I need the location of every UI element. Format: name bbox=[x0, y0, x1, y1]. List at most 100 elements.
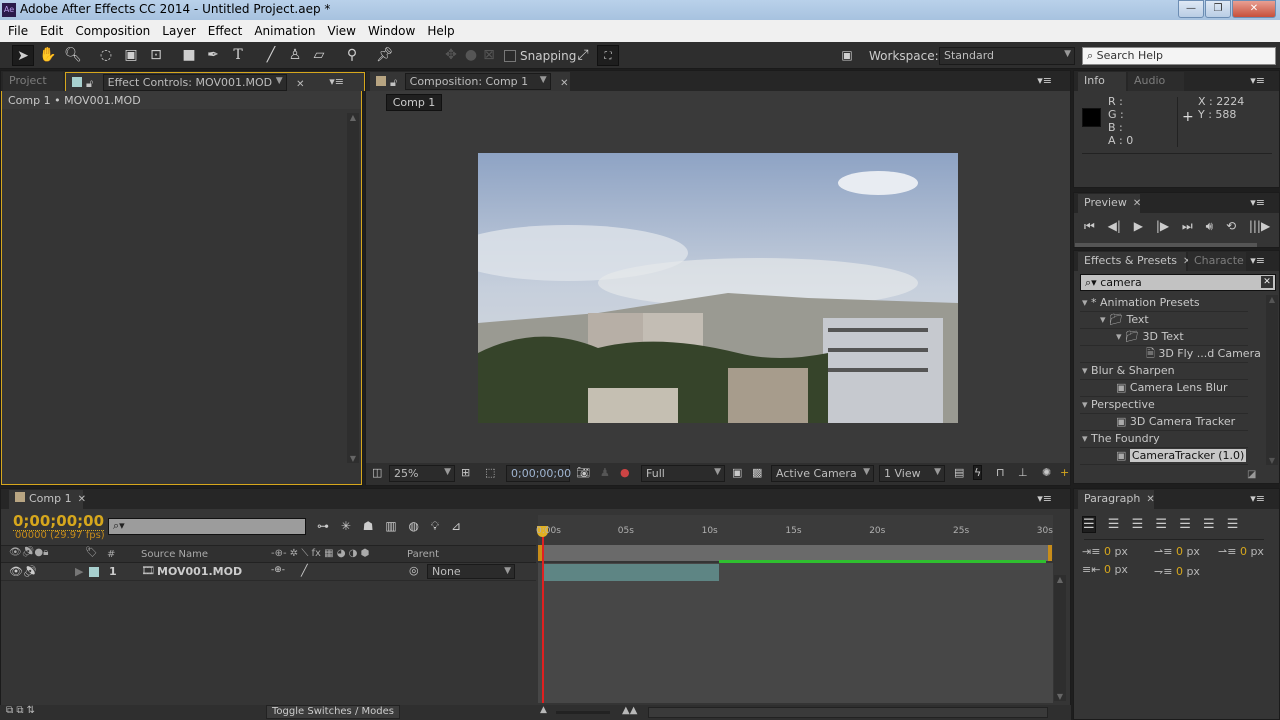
current-time-display[interactable]: 0;00;00;00 bbox=[13, 512, 105, 531]
effect-controls-dropdown[interactable]: Effect Controls: MOV001.MOD ▼ bbox=[102, 74, 287, 91]
mute-audio-icon[interactable]: 🔊︎ bbox=[1206, 219, 1214, 233]
menu-help[interactable]: Help bbox=[423, 24, 462, 38]
shy-layers-icon[interactable]: ☗ bbox=[363, 519, 374, 533]
composition-dropdown[interactable]: Composition: Comp 1 ▼ bbox=[404, 73, 551, 90]
snap-features-icon[interactable]: ⛶ bbox=[597, 45, 619, 66]
snap-extend-icon[interactable]: ⤢ bbox=[572, 45, 594, 66]
shy-switch-icon[interactable]: -⊕- bbox=[271, 565, 285, 575]
close-icon[interactable]: ✕ bbox=[296, 79, 304, 90]
menu-edit[interactable]: Edit bbox=[36, 24, 71, 38]
channels-icon[interactable]: ● bbox=[620, 466, 630, 479]
snapping-checkbox[interactable] bbox=[504, 50, 516, 62]
mask-visibility-icon[interactable]: ⬚ bbox=[485, 466, 495, 479]
menu-effect[interactable]: Effect bbox=[204, 24, 251, 38]
expand-triangle-icon[interactable]: ▶ bbox=[75, 565, 83, 578]
close-icon[interactable]: ✕ bbox=[560, 78, 568, 89]
list-item[interactable]: ▾ 📁︎ 3D Text bbox=[1080, 329, 1248, 346]
selection-tool-icon[interactable]: ➤ bbox=[12, 45, 34, 66]
video-visibility-icon[interactable]: 👁︎🔊︎ bbox=[9, 565, 37, 578]
justify-center-icon[interactable]: ☰ bbox=[1179, 517, 1191, 532]
align-left-icon[interactable]: ☰ bbox=[1082, 516, 1096, 533]
fast-previews-icon[interactable]: ϟ bbox=[973, 465, 983, 480]
pixel-aspect-icon[interactable]: ▤ bbox=[954, 466, 964, 479]
list-item[interactable]: ▾ 📁︎ Text bbox=[1080, 312, 1248, 329]
playhead[interactable] bbox=[542, 527, 544, 703]
graph-editor-icon[interactable]: ⊿ bbox=[451, 519, 461, 533]
resolution-dropdown[interactable]: Full ▼ bbox=[641, 465, 725, 482]
zoom-tool-icon[interactable]: 🔍︎ bbox=[62, 45, 84, 66]
list-item[interactable]: ▾ Perspective bbox=[1080, 397, 1248, 414]
puppet-pin-tool-icon[interactable]: 📌︎ bbox=[374, 45, 396, 66]
tab-effects-presets[interactable]: Effects & Presets✕ bbox=[1078, 252, 1191, 271]
quality-switch-icon[interactable]: ╱ bbox=[301, 564, 308, 577]
minimize-button[interactable]: — bbox=[1178, 0, 1204, 18]
menu-animation[interactable]: Animation bbox=[250, 24, 323, 38]
region-of-interest-icon[interactable]: ▣ bbox=[732, 466, 742, 479]
view-layout-dropdown[interactable]: 1 View ▼ bbox=[879, 465, 945, 482]
clear-search-icon[interactable]: ✕ bbox=[1261, 276, 1273, 288]
previous-frame-icon[interactable]: ◀| bbox=[1108, 219, 1121, 233]
panel-menu-icon[interactable]: ▾≡ bbox=[1250, 196, 1265, 209]
first-line-indent-value[interactable]: 0 bbox=[1240, 545, 1247, 558]
comp-mini-flowchart-icon[interactable]: ⊶ bbox=[317, 519, 329, 533]
tab-timeline-comp[interactable]: Comp 1 ✕ bbox=[9, 490, 86, 509]
menu-layer[interactable]: Layer bbox=[158, 24, 203, 38]
list-item[interactable]: ▾ The Foundry bbox=[1080, 431, 1248, 448]
preview-scrollbar[interactable] bbox=[1075, 243, 1257, 247]
panel-menu-icon[interactable]: ▾≡ bbox=[1250, 254, 1265, 267]
effects-search-field[interactable]: ⌕▾ camera ✕ bbox=[1080, 274, 1276, 291]
next-frame-icon[interactable]: |▶ bbox=[1156, 219, 1169, 233]
workspace-dropdown[interactable]: Standard ▼ bbox=[939, 47, 1075, 65]
roto-brush-tool-icon[interactable]: ⚲ bbox=[341, 45, 363, 66]
draft-3d-icon[interactable]: ✳ bbox=[341, 519, 351, 533]
panel-menu-icon[interactable]: ▾≡ bbox=[1250, 492, 1265, 505]
tab-preview[interactable]: Preview ✕ bbox=[1078, 194, 1141, 213]
camera-view-dropdown[interactable]: Active Camera ▼ bbox=[771, 465, 874, 482]
panel-menu-icon[interactable]: ▾≡ bbox=[1250, 74, 1265, 87]
tab-project[interactable]: Project bbox=[3, 72, 63, 91]
justify-all-icon[interactable]: ☰ bbox=[1227, 517, 1239, 532]
toggle-switches-modes-button[interactable]: Toggle Switches / Modes bbox=[266, 705, 400, 719]
scrollbar[interactable]: ▲ ▼ bbox=[1266, 295, 1278, 465]
menu-view[interactable]: View bbox=[324, 24, 364, 38]
current-time-field[interactable]: 0;00;00;00 bbox=[506, 465, 571, 482]
space-after-value[interactable]: 0 bbox=[1176, 565, 1183, 578]
align-center-icon[interactable]: ☰ bbox=[1108, 517, 1120, 532]
list-item[interactable]: ▾ * Animation Presets bbox=[1080, 295, 1248, 312]
motion-blur-icon[interactable]: ◍ bbox=[408, 519, 418, 533]
tab-composition[interactable]: 🔓︎ Composition: Comp 1 ▼ ✕ bbox=[370, 72, 570, 91]
panel-menu-icon[interactable]: ▾≡ bbox=[1037, 492, 1052, 505]
comp-nav-button[interactable]: Comp 1 bbox=[386, 94, 442, 111]
tab-info[interactable]: Info bbox=[1078, 72, 1126, 91]
play-icon[interactable]: ▶ bbox=[1134, 219, 1143, 233]
footer-icons[interactable]: ⧉ ⧉ ⇅ bbox=[6, 705, 35, 716]
title-action-safe-icon[interactable]: ⊞ bbox=[461, 466, 470, 479]
maximize-button[interactable]: ❐ bbox=[1205, 0, 1231, 18]
eraser-tool-icon[interactable]: ▱ bbox=[308, 45, 330, 66]
new-preset-icon[interactable]: ◪ bbox=[1247, 469, 1256, 480]
menu-window[interactable]: Window bbox=[364, 24, 423, 38]
list-item[interactable]: ▣ CameraTracker (1.0) bbox=[1080, 448, 1248, 465]
pan-behind-tool-icon[interactable]: ⊡ bbox=[145, 45, 167, 66]
rotation-tool-icon[interactable]: ◌ bbox=[95, 45, 117, 66]
ram-preview-icon[interactable]: |||▶ bbox=[1249, 219, 1270, 233]
lock-icon[interactable]: 🔓︎ bbox=[390, 76, 397, 89]
justify-right-icon[interactable]: ☰ bbox=[1203, 517, 1215, 532]
magnification-dropdown[interactable]: 25% ▼ bbox=[389, 465, 455, 482]
panel-menu-icon[interactable]: ▾≡ bbox=[1037, 74, 1052, 87]
first-frame-icon[interactable]: ⏮ bbox=[1084, 219, 1095, 233]
justify-left-icon[interactable]: ☰ bbox=[1155, 517, 1167, 532]
zoom-out-icon[interactable]: ▲ bbox=[540, 705, 547, 715]
camera-tool-icon[interactable]: ▣ bbox=[120, 45, 142, 66]
scrollbar[interactable]: ▲ ▼ bbox=[1054, 575, 1066, 701]
brush-tool-icon[interactable]: ╱ bbox=[260, 45, 282, 66]
frame-blending-icon[interactable]: ▥ bbox=[385, 519, 396, 533]
lock-icon[interactable]: 🔓︎ bbox=[86, 77, 93, 90]
always-preview-icon[interactable]: ◫ bbox=[372, 466, 382, 479]
panel-menu-icon[interactable]: ▾≡ bbox=[329, 75, 344, 88]
zoom-in-icon[interactable]: ▲▲ bbox=[622, 705, 637, 716]
list-item[interactable]: ▣ 3D Camera Tracker bbox=[1080, 414, 1248, 431]
list-item[interactable]: 🗎 3D Fly ...d Camera bbox=[1080, 346, 1261, 363]
column-source-name[interactable]: Source Name bbox=[141, 549, 208, 560]
pickwhip-icon[interactable]: ◎ bbox=[409, 564, 419, 577]
